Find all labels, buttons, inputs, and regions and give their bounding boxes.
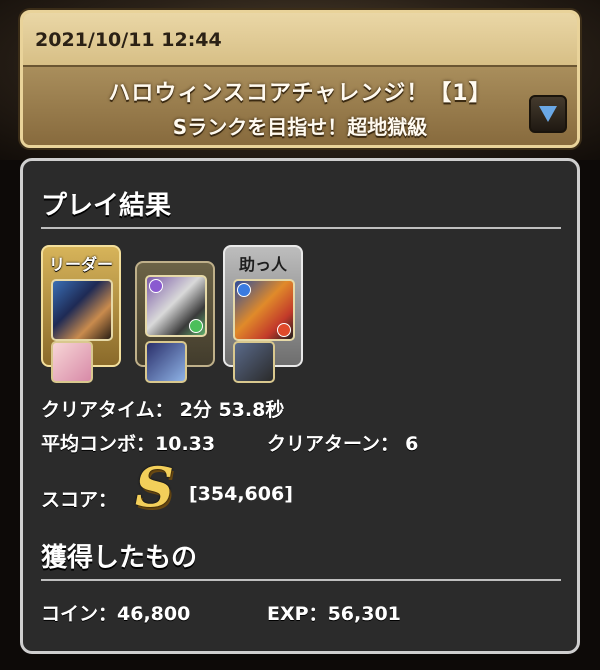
- helper-label: 助っ人: [238, 255, 287, 274]
- score-value: [354,606]: [189, 483, 293, 505]
- coin-label: コイン：: [41, 603, 118, 625]
- clear-turn: クリアターン： 6: [267, 429, 418, 456]
- avg-combo-value: 10.33: [155, 433, 216, 455]
- clear-time-label: クリアタイム：: [41, 399, 174, 421]
- sub-member-slot[interactable]: [135, 261, 215, 383]
- result-panel: プレイ結果 リーダー 助っ人 クリアタイム： 2分 53.8秒 平均コンボ：10.…: [20, 158, 580, 654]
- exp-reward: EXP：56,301: [267, 599, 401, 626]
- play-datetime: 2021/10/11 12:44: [23, 13, 577, 67]
- dungeon-header: 2021/10/11 12:44 ハロウィンスコアチャレンジ！【1】 Sランクを…: [20, 10, 580, 148]
- exp-label: EXP：: [267, 603, 328, 625]
- play-result-title: プレイ結果: [41, 191, 172, 221]
- helper-assist-portrait[interactable]: [233, 341, 275, 383]
- rank-s-badge: S: [135, 455, 174, 519]
- clear-turn-label: クリアターン：: [267, 433, 400, 455]
- leader-monster-portrait[interactable]: [51, 279, 113, 341]
- clear-turn-value: 6: [405, 433, 419, 455]
- coin-reward: コイン：46,800: [41, 599, 190, 626]
- dungeon-info: ハロウィンスコアチャレンジ！【1】 Sランクを目指せ！超地獄級: [23, 67, 577, 145]
- expand-button[interactable]: [529, 95, 567, 133]
- leader-label: リーダー: [48, 255, 113, 274]
- sub-assist-portrait[interactable]: [145, 341, 187, 383]
- sub-monster-portrait[interactable]: [145, 275, 207, 337]
- helper-slot[interactable]: 助っ人: [223, 245, 303, 383]
- helper-monster-portrait[interactable]: [233, 279, 295, 341]
- score-label: スコア：: [41, 489, 118, 511]
- divider: [41, 579, 561, 581]
- clear-time-value: 2分 53.8秒: [179, 399, 285, 421]
- wood-attribute-icon: [189, 319, 203, 333]
- fire-attribute-icon: [277, 323, 291, 337]
- dungeon-floor-name: Sランクを目指せ！超地獄級: [172, 115, 428, 139]
- exp-value: 56,301: [327, 603, 401, 625]
- leader-slot[interactable]: リーダー: [41, 245, 121, 383]
- leader-assist-portrait[interactable]: [51, 341, 93, 383]
- divider: [41, 227, 561, 229]
- dungeon-title: ハロウィンスコアチャレンジ！【1】: [108, 81, 492, 106]
- triangle-down-icon: [539, 106, 557, 122]
- avg-combo-label: 平均コンボ：: [41, 433, 156, 455]
- clear-time: クリアタイム： 2分 53.8秒: [41, 395, 284, 422]
- avg-combo: 平均コンボ：10.33: [41, 429, 215, 456]
- coin-value: 46,800: [117, 603, 191, 625]
- water-attribute-icon: [237, 283, 251, 297]
- dark-attribute-icon: [149, 279, 163, 293]
- rewards-title: 獲得したもの: [41, 543, 198, 573]
